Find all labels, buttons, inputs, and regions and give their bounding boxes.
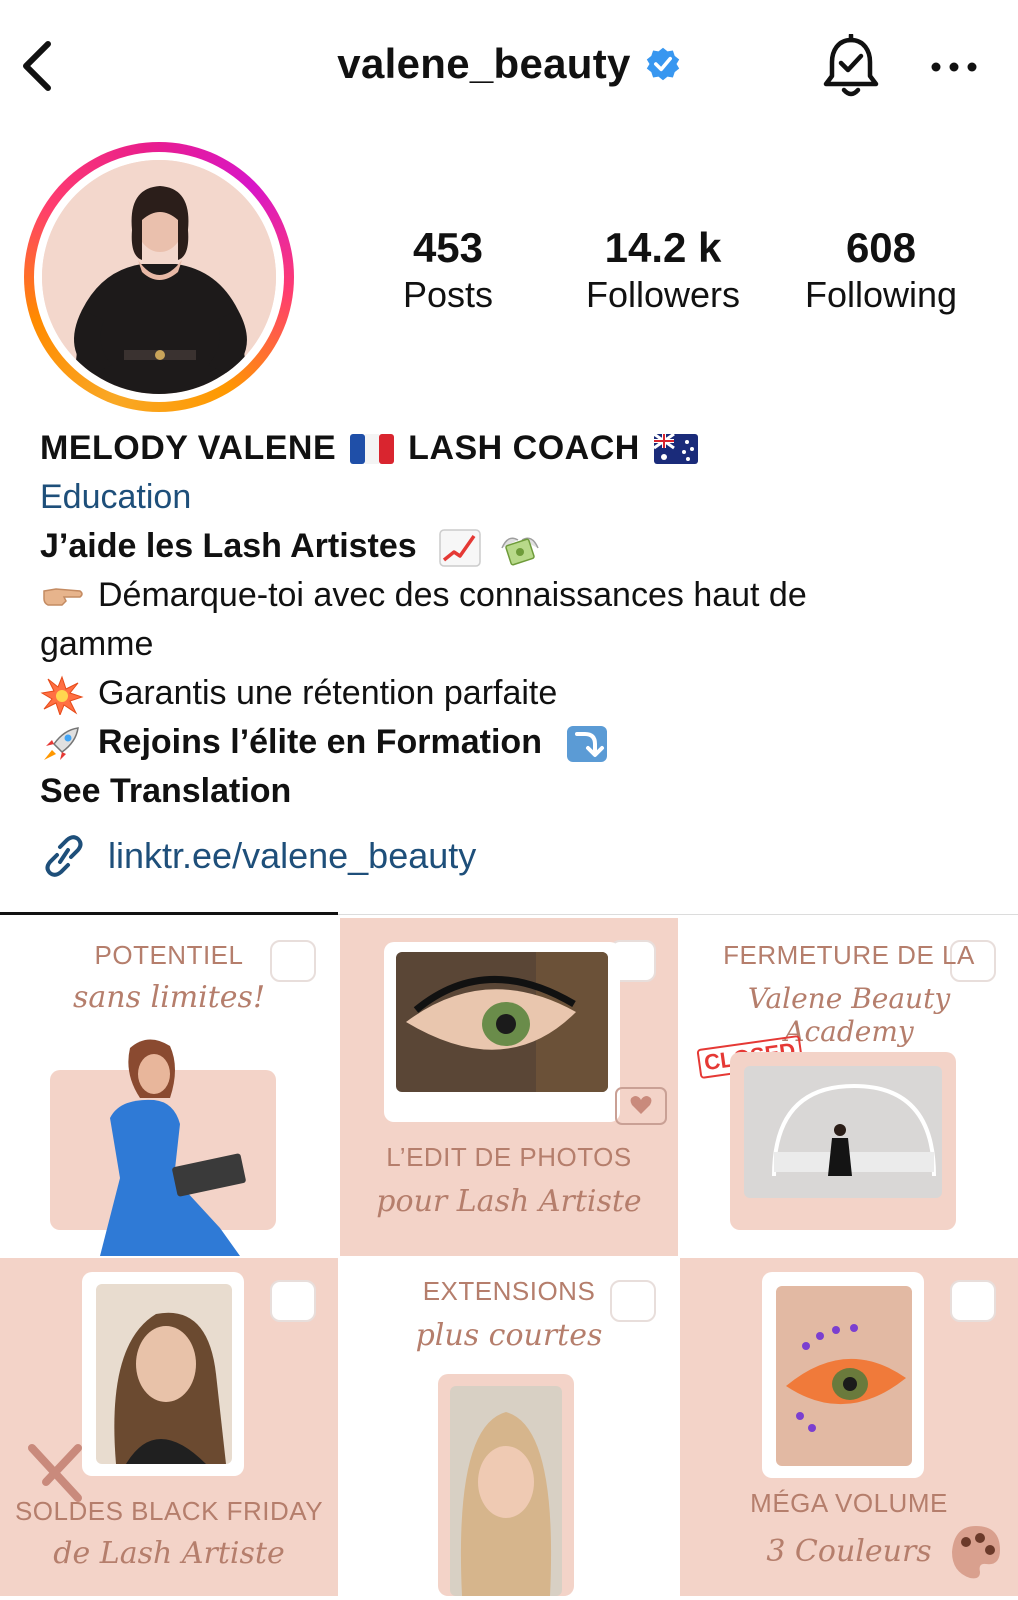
post-caption-script: Valene Beauty Academy <box>747 982 951 1048</box>
woman-portrait-photo <box>450 1386 562 1596</box>
see-translation-link[interactable]: See Translation <box>40 767 1000 816</box>
post-caption-script: plus courtes <box>415 1318 603 1353</box>
profile-header: valene_beauty <box>0 0 1018 130</box>
story-ring[interactable] <box>24 142 294 412</box>
bio-line-1-text: J’aide les Lash Artistes <box>40 527 417 565</box>
post-tile-2[interactable]: L’EDIT DE PHOTOS pour Lash Artiste <box>340 918 678 1256</box>
france-flag-icon <box>350 433 395 464</box>
pointing-right-hand-icon <box>43 588 83 606</box>
following-count: 608 <box>845 224 917 271</box>
reel-icon <box>950 1280 996 1322</box>
paint-palette-icon <box>952 1526 1000 1579</box>
eye-closeup-photo <box>396 952 608 1092</box>
bio-line-2: Démarque-toi avec des connaissances haut… <box>40 571 1000 620</box>
link-icon <box>45 835 83 877</box>
money-with-wings-icon <box>500 537 539 566</box>
post-caption-script: pour Lash Artiste <box>376 1184 642 1219</box>
profile-stats: 453 Posts 14.2 k Followers 608 Following <box>390 224 990 334</box>
post-tile-6[interactable]: MÉGA VOLUME 3 Couleurs <box>680 1258 1018 1596</box>
username-text: valene_beauty <box>337 40 631 87</box>
avatar-border <box>34 152 284 402</box>
bio-link[interactable]: linktr.ee/valene_beauty <box>40 834 476 878</box>
camera-heart-icon <box>615 1087 667 1125</box>
post-caption-script: de Lash Artiste <box>53 1536 285 1571</box>
profile-name: MELODY VALENE LASH COACH <box>40 424 1000 473</box>
bio-line-4-text: Rejoins l’élite en Formation <box>98 723 542 761</box>
post-tile-1[interactable]: POTENTIEL sans limites! <box>0 918 338 1256</box>
chart-increasing-icon <box>439 529 481 567</box>
post-caption-caps: SOLDES BLACK FRIDAY <box>14 1496 324 1526</box>
following-label: Following <box>804 274 958 315</box>
post-tile-5[interactable]: EXTENSIONS plus courtes <box>340 1258 678 1596</box>
reel-icon <box>270 1280 316 1322</box>
person-photo <box>100 1039 246 1256</box>
bio-line-3: Garantis une rétention parfaite <box>40 669 1000 718</box>
verified-badge-icon <box>646 47 679 81</box>
name-text: MELODY VALENE <box>40 429 337 467</box>
posts-stat[interactable]: 453 Posts <box>390 224 506 318</box>
followers-stat[interactable]: 14.2 k Followers <box>578 224 748 318</box>
bio-line-2-text: Démarque-toi avec des connaissances haut… <box>98 576 807 614</box>
bio-line-2-continued: gamme <box>40 625 154 663</box>
post-caption-caps: L’EDIT DE PHOTOS <box>386 1142 632 1172</box>
post-tile-4[interactable]: SOLDES BLACK FRIDAY de Lash Artiste <box>0 1258 338 1596</box>
bio-line-1: J’aide les Lash Artistes <box>40 522 1000 571</box>
rocket-icon <box>44 727 79 761</box>
avatar[interactable] <box>42 160 276 394</box>
arrow-down-right-icon <box>567 726 608 763</box>
post-caption-caps: MÉGA VOLUME <box>750 1488 948 1518</box>
australia-flag-icon <box>653 433 698 464</box>
profile-category: Education <box>40 478 192 516</box>
woman-portrait-photo <box>96 1284 232 1464</box>
following-stat[interactable]: 608 Following <box>796 224 966 318</box>
followers-count: 14.2 k <box>604 224 722 271</box>
link-text: linktr.ee/valene_beauty <box>108 835 477 876</box>
collision-icon <box>40 675 84 716</box>
followers-label: Followers <box>585 274 741 315</box>
post-tile-3[interactable]: FERMETURE DE LA Valene Beauty Academy CL… <box>680 918 1018 1256</box>
tab-grid-active-indicator <box>0 912 338 915</box>
colorful-eye-photo <box>776 1286 912 1466</box>
posts-count: 453 <box>412 224 484 271</box>
bio-line-3-text: Garantis une rétention parfaite <box>98 674 558 712</box>
post-caption-caps: POTENTIEL <box>94 940 244 970</box>
title-text: LASH COACH <box>408 429 640 467</box>
post-caption-caps: EXTENSIONS <box>422 1276 596 1306</box>
posts-grid: POTENTIEL sans limites! L’EDIT DE PHOTOS… <box>0 918 1018 1600</box>
post-caption-caps: FERMETURE DE LA <box>723 940 975 970</box>
more-options-icon[interactable] <box>928 50 980 84</box>
studio-photo <box>744 1066 942 1198</box>
posts-label: Posts <box>402 274 494 315</box>
bio-line-4: Rejoins l’élite en Formation <box>40 718 1000 767</box>
profile-bio: MELODY VALENE LASH COACH Education J’aid… <box>40 424 1000 816</box>
avatar-illustration <box>42 160 276 394</box>
notification-bell-icon[interactable] <box>820 34 882 100</box>
post-caption-script: sans limites! <box>72 980 266 1015</box>
